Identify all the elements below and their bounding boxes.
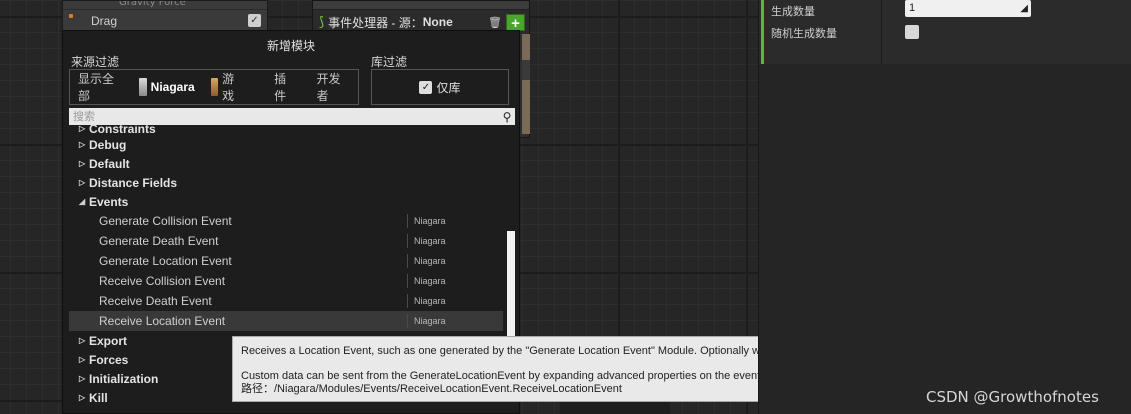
category-events[interactable]: ◢ Events [69,192,503,211]
category-label: Events [89,194,129,209]
module-name: Generate Collision Event [99,214,232,228]
module-source: Niagara [407,214,446,228]
popup-title: 新增模块 [266,39,315,53]
filter-plugin[interactable]: 插件 [266,70,304,104]
module-item-selected[interactable]: Receive Location Event Niagara [69,311,503,331]
event-handler-prefix: 事件处理器 - 源： [328,15,423,30]
category-debug[interactable]: ▷ Debug [69,135,503,154]
section-accent-bar [761,0,764,64]
add-module-button[interactable]: + [506,13,525,32]
module-source: Niagara [407,254,446,268]
search-input[interactable] [69,108,499,125]
search-bar: ⚲ [69,108,515,125]
module-item[interactable]: Generate Location Event Niagara [69,251,503,271]
event-signal-icon: ⟆ [319,14,325,29]
drag-label: Drag [91,14,118,28]
spawn-count-value: 1 [909,2,916,14]
spawn-count-label: 生成数量 [771,6,815,18]
category-label: Initialization [89,371,159,386]
category-constraints[interactable]: ▷ Constraints [69,125,503,135]
expand-arrow-icon: ▷ [79,355,86,364]
details-panel: 生成数量 1 ◢ 随机生成数量 [758,0,1131,414]
module-item[interactable]: Generate Death Event Niagara [69,231,503,251]
module-indicator-icon [69,14,73,18]
module-name: Receive Death Event [99,294,212,308]
module-name: Receive Location Event [99,314,226,328]
library-only-label: 仅库 [436,80,461,95]
module-item[interactable]: Receive Collision Event Niagara [69,271,503,291]
category-label: Export [89,333,128,348]
source-filter-group: 显示全部 Niagara 游戏 插件 开发者 [69,69,359,105]
game-swatch-icon [210,78,219,96]
expand-arrow-icon: ▷ [79,159,86,168]
filter-show-all[interactable]: 显示全部 [70,70,131,104]
category-distance-fields[interactable]: ▷ Distance Fields [69,173,503,192]
trash-icon[interactable]: 🗑 [488,16,502,29]
stack-side-accent [522,34,530,134]
stack-row-color-partial [313,1,529,10]
niagara-swatch-icon [138,78,147,96]
filter-game[interactable]: 游戏 [203,70,252,104]
emitter-stack-left: Gravity Force Drag ✓ [62,0,268,32]
expand-arrow-icon: ▷ [79,140,86,149]
stack-side-accent-dark [522,60,530,80]
filter-game-label: 游戏 [222,72,235,103]
module-name: Receive Collision Event [99,274,226,288]
category-label: Default [89,156,130,171]
module-item[interactable]: Generate Collision Event Niagara [69,211,503,231]
module-name: Generate Location Event [99,254,232,268]
property-row-spawn-count: 生成数量 1 ◢ [771,0,1031,22]
module-source: Niagara [407,234,446,248]
source-filter-label: 来源过滤 [71,55,120,69]
expand-arrow-icon: ▷ [79,178,86,187]
module-source: Niagara [407,294,446,308]
filter-niagara-label: Niagara [150,80,195,94]
expand-arrow-icon: ▷ [79,336,86,345]
module-name: Generate Death Event [99,234,219,248]
expand-arrow-icon: ▷ [79,125,86,133]
category-label: Constraints [89,125,156,135]
library-filter-label: 库过滤 [371,55,408,69]
watermark: CSDN @Growthofnotes [926,388,1099,406]
module-list-scrollbar[interactable] [507,231,515,341]
stack-row-drag[interactable]: Drag ✓ [63,10,267,32]
search-icon[interactable]: ⚲ [499,110,515,124]
stack-row-partial: Gravity Force [63,1,267,10]
random-spawn-label: 随机生成数量 [771,28,837,40]
category-label: Debug [89,137,127,152]
filter-developer[interactable]: 开发者 [309,70,358,104]
category-label: Distance Fields [89,175,178,190]
column-divider[interactable] [881,0,882,64]
random-spawn-checkbox[interactable] [905,25,919,39]
library-only-checkbox[interactable]: ✓ [419,80,433,94]
category-label: Forces [89,352,129,367]
library-filter-group[interactable]: ✓ 仅库 [371,69,509,105]
expand-arrow-icon: ▷ [79,393,86,402]
drag-value-icon[interactable]: ◢ [1020,0,1028,17]
module-source: Niagara [407,274,446,288]
property-row-random-spawn: 随机生成数量 [771,22,919,44]
collapse-arrow-icon: ◢ [79,197,86,206]
category-label: Kill [89,390,108,405]
expand-arrow-icon: ▷ [79,374,86,383]
module-item[interactable]: Receive Death Event Niagara [69,291,503,311]
module-source: Niagara [407,314,446,328]
category-default[interactable]: ▷ Default [69,154,503,173]
filter-niagara[interactable]: Niagara [131,78,203,96]
event-handler-source: None [422,15,453,29]
drag-enabled-checkbox[interactable]: ✓ [248,14,261,27]
spawn-count-field[interactable]: 1 ◢ [905,0,1031,17]
spawn-properties: 生成数量 1 ◢ 随机生成数量 [759,0,1131,64]
